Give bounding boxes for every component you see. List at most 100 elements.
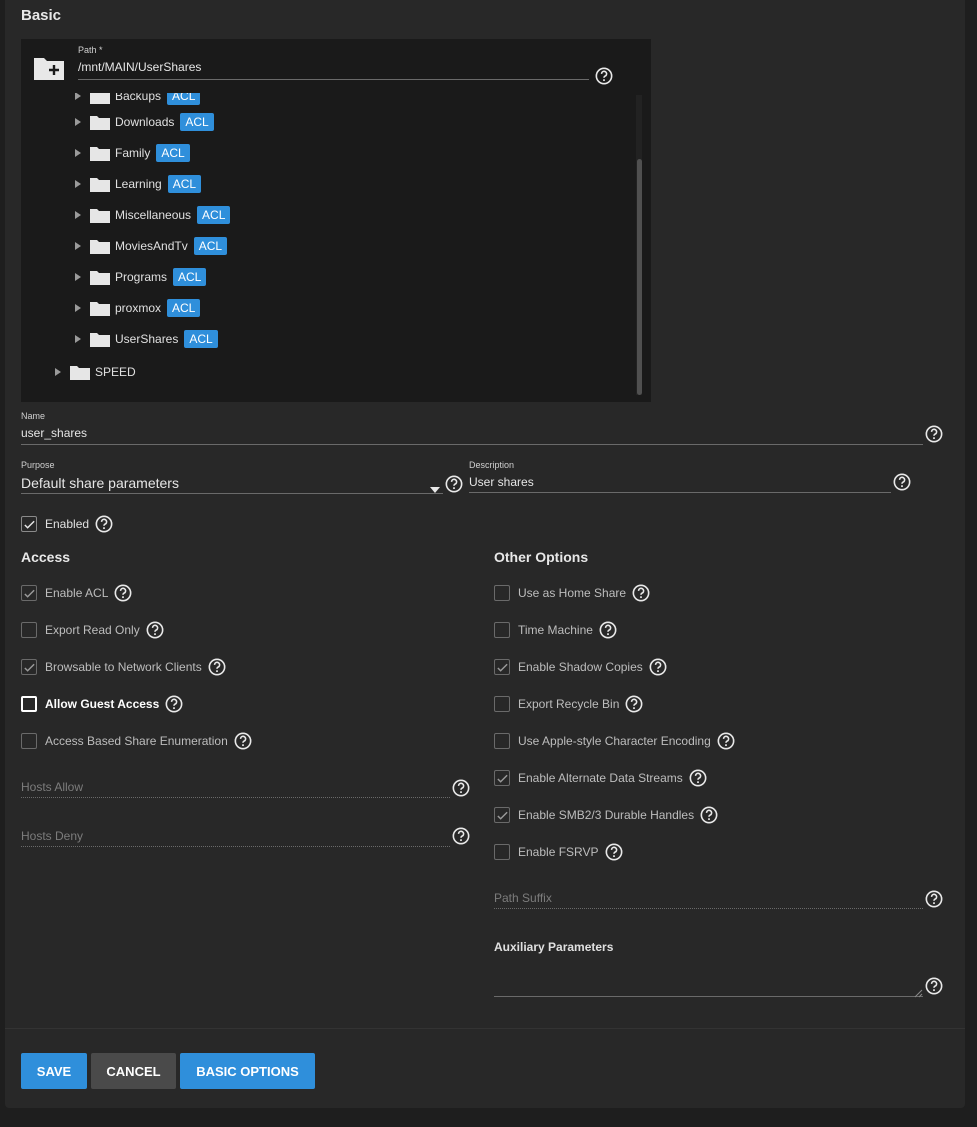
tree-item-name: SPEED <box>95 365 136 379</box>
recycle-bin-checkbox[interactable] <box>494 696 510 712</box>
tree-item-family[interactable]: Family ACL <box>73 143 190 163</box>
home-share-label: Use as Home Share <box>518 586 627 600</box>
folder-icon <box>90 146 110 161</box>
export-read-only-row[interactable]: Export Read Only <box>21 621 164 639</box>
name-input[interactable]: user_shares <box>21 426 87 440</box>
enable-acl-help-icon[interactable] <box>114 584 132 602</box>
enable-acl-row[interactable]: Enable ACL <box>21 584 132 602</box>
durable-handles-help-icon[interactable] <box>700 806 718 824</box>
purpose-help-icon[interactable] <box>445 475 463 493</box>
allow-guest-access-help-icon[interactable] <box>165 695 183 713</box>
export-read-only-help-icon[interactable] <box>146 621 164 639</box>
expand-arrow-icon[interactable] <box>73 179 83 189</box>
recycle-bin-help-icon[interactable] <box>625 695 643 713</box>
shadow-copies-help-icon[interactable] <box>649 658 667 676</box>
enabled-help-icon[interactable] <box>95 515 113 533</box>
tree-item-name: Backups <box>115 89 162 103</box>
hosts-allow-input[interactable]: Hosts Allow <box>21 780 83 794</box>
tree-item-name: Downloads <box>115 115 175 129</box>
recycle-bin-label: Export Recycle Bin <box>518 697 620 711</box>
expand-arrow-icon[interactable] <box>73 303 83 313</box>
tree-item-name: Learning <box>115 177 162 191</box>
enabled-checkbox[interactable] <box>21 516 37 532</box>
tree-item-miscellaneous[interactable]: Miscellaneous ACL <box>73 205 231 225</box>
description-input[interactable]: User shares <box>469 475 534 489</box>
tree-item-proxmox[interactable]: proxmox ACL <box>73 298 201 318</box>
expand-arrow-icon[interactable] <box>73 334 83 344</box>
expand-arrow-icon[interactable] <box>73 210 83 220</box>
durable-handles-row[interactable]: Enable SMB2/3 Durable Handles <box>494 806 718 824</box>
shadow-copies-checkbox[interactable] <box>494 659 510 675</box>
name-underline <box>21 444 923 445</box>
enabled-checkbox-row[interactable]: Enabled <box>21 515 113 533</box>
shadow-copies-row[interactable]: Enable Shadow Copies <box>494 658 667 676</box>
allow-guest-access-label: Allow Guest Access <box>45 697 160 711</box>
alternate-streams-row[interactable]: Enable Alternate Data Streams <box>494 769 707 787</box>
abse-checkbox[interactable] <box>21 733 37 749</box>
resize-handle-icon[interactable] <box>913 985 923 998</box>
hosts-allow-help-icon[interactable] <box>452 779 470 797</box>
folder-icon <box>90 93 110 104</box>
dropdown-arrow-icon[interactable] <box>430 480 440 493</box>
fsrvp-row[interactable]: Enable FSRVP <box>494 843 623 861</box>
expand-arrow-icon[interactable] <box>73 241 83 251</box>
aux-params-textarea[interactable] <box>494 958 923 996</box>
alternate-streams-help-icon[interactable] <box>689 769 707 787</box>
checkmark-icon <box>23 663 35 672</box>
export-read-only-checkbox[interactable] <box>21 622 37 638</box>
path-suffix-help-icon[interactable] <box>925 890 943 908</box>
cancel-button[interactable]: CANCEL <box>91 1053 176 1089</box>
expand-arrow-icon[interactable] <box>73 148 83 158</box>
basic-options-button[interactable]: BASIC OPTIONS <box>180 1053 315 1089</box>
save-button[interactable]: SAVE <box>21 1053 87 1089</box>
purpose-select[interactable]: Default share parameters <box>21 475 179 491</box>
expand-arrow-icon[interactable] <box>73 117 83 127</box>
hosts-deny-input[interactable]: Hosts Deny <box>21 829 83 843</box>
tree-item-name: Miscellaneous <box>115 208 192 222</box>
checkmark-icon <box>496 811 508 820</box>
tree-item-learning[interactable]: Learning ACL <box>73 174 202 194</box>
home-share-help-icon[interactable] <box>632 584 650 602</box>
tree-scrollbar-thumb[interactable] <box>637 159 642 395</box>
description-help-icon[interactable] <box>893 473 911 491</box>
description-underline <box>469 492 891 493</box>
tree-item-partial[interactable]: Backups ACL <box>73 89 201 106</box>
name-help-icon[interactable] <box>925 425 943 443</box>
path-suffix-input[interactable]: Path Suffix <box>494 891 552 905</box>
allow-guest-access-row[interactable]: Allow Guest Access <box>21 695 183 713</box>
home-share-row[interactable]: Use as Home Share <box>494 584 650 602</box>
tree-item-downloads[interactable]: Downloads ACL <box>73 112 214 132</box>
browsable-checkbox[interactable] <box>21 659 37 675</box>
fsrvp-checkbox[interactable] <box>494 844 510 860</box>
apple-encoding-row[interactable]: Use Apple-style Character Encoding <box>494 732 735 750</box>
recycle-bin-row[interactable]: Export Recycle Bin <box>494 695 643 713</box>
aux-params-help-icon[interactable] <box>925 977 943 995</box>
time-machine-row[interactable]: Time Machine <box>494 621 617 639</box>
abse-row[interactable]: Access Based Share Enumeration <box>21 732 252 750</box>
apple-encoding-help-icon[interactable] <box>717 732 735 750</box>
expand-arrow-icon[interactable] <box>73 272 83 282</box>
tree-item-speed[interactable]: SPEED <box>53 362 142 382</box>
folder-icon <box>70 365 90 380</box>
alternate-streams-checkbox[interactable] <box>494 770 510 786</box>
expand-arrow-icon[interactable] <box>73 91 83 101</box>
hosts-allow-underline <box>21 797 450 798</box>
acl-badge: ACL <box>156 144 190 162</box>
browsable-row[interactable]: Browsable to Network Clients <box>21 658 226 676</box>
apple-encoding-checkbox[interactable] <box>494 733 510 749</box>
abse-help-icon[interactable] <box>234 732 252 750</box>
allow-guest-access-checkbox[interactable] <box>21 696 37 712</box>
tree-item-usershares[interactable]: UserShares ACL <box>73 329 218 349</box>
hosts-deny-help-icon[interactable] <box>452 827 470 845</box>
enable-acl-checkbox[interactable] <box>21 585 37 601</box>
fsrvp-help-icon[interactable] <box>605 843 623 861</box>
expand-arrow-icon[interactable] <box>53 367 63 377</box>
folder-icon <box>90 115 110 130</box>
time-machine-checkbox[interactable] <box>494 622 510 638</box>
home-share-checkbox[interactable] <box>494 585 510 601</box>
browsable-help-icon[interactable] <box>208 658 226 676</box>
tree-item-programs[interactable]: Programs ACL <box>73 267 207 287</box>
time-machine-help-icon[interactable] <box>599 621 617 639</box>
durable-handles-checkbox[interactable] <box>494 807 510 823</box>
tree-item-moviesandtv[interactable]: MoviesAndTv ACL <box>73 236 228 256</box>
